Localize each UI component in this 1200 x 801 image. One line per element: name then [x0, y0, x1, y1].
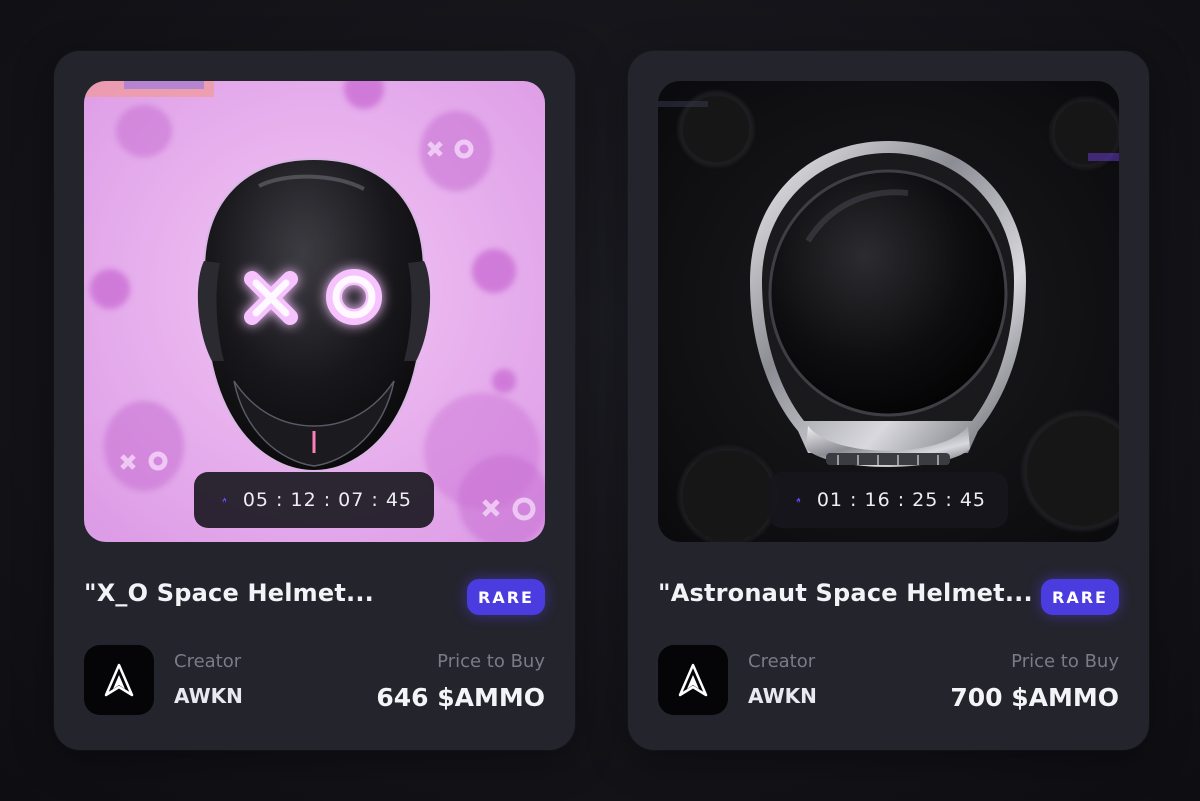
nft-title[interactable]: "Astronaut Space Helmet...: [658, 579, 1033, 607]
price-value: 646 $AMMO: [376, 683, 545, 712]
price-label: Price to Buy: [1011, 651, 1119, 672]
creator-avatar[interactable]: [84, 645, 154, 715]
awkn-logo-icon: [104, 663, 134, 697]
creator-avatar[interactable]: [658, 645, 728, 715]
creator-label: Creator: [748, 651, 816, 672]
creator-name[interactable]: AWKN: [748, 684, 817, 708]
nft-title[interactable]: "X_O Space Helmet...: [84, 579, 374, 607]
awkn-logo-icon: [678, 663, 708, 697]
creator-name[interactable]: AWKN: [174, 684, 243, 708]
price-label: Price to Buy: [437, 651, 545, 672]
countdown-time: 01 : 16 : 25 : 45: [816, 489, 986, 511]
nft-card-astronaut-helmet[interactable]: 01 : 16 : 25 : 45 "Astronaut Space Helme…: [628, 51, 1149, 750]
price-value: 700 $AMMO: [950, 683, 1119, 712]
flame-icon: [222, 497, 227, 503]
rarity-badge: RARE: [467, 579, 545, 615]
rarity-badge: RARE: [1041, 579, 1119, 615]
auction-countdown: 05 : 12 : 07 : 45: [194, 472, 434, 528]
countdown-time: 05 : 12 : 07 : 45: [242, 489, 412, 511]
flame-icon: [796, 497, 801, 503]
creator-label: Creator: [174, 651, 242, 672]
auction-countdown: 01 : 16 : 25 : 45: [768, 472, 1008, 528]
nft-marketplace-grid: 05 : 12 : 07 : 45 "X_O Space Helmet... R…: [0, 0, 1200, 801]
nft-card-xo-helmet[interactable]: 05 : 12 : 07 : 45 "X_O Space Helmet... R…: [54, 51, 575, 750]
